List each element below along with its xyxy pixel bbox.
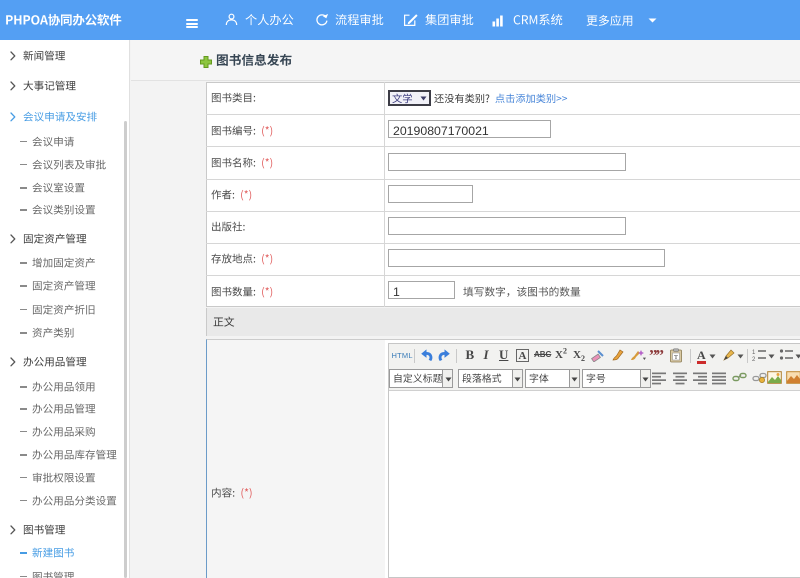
svg-text:2: 2 bbox=[752, 357, 756, 362]
svg-text:T: T bbox=[674, 354, 678, 361]
svg-text:1: 1 bbox=[752, 350, 756, 356]
